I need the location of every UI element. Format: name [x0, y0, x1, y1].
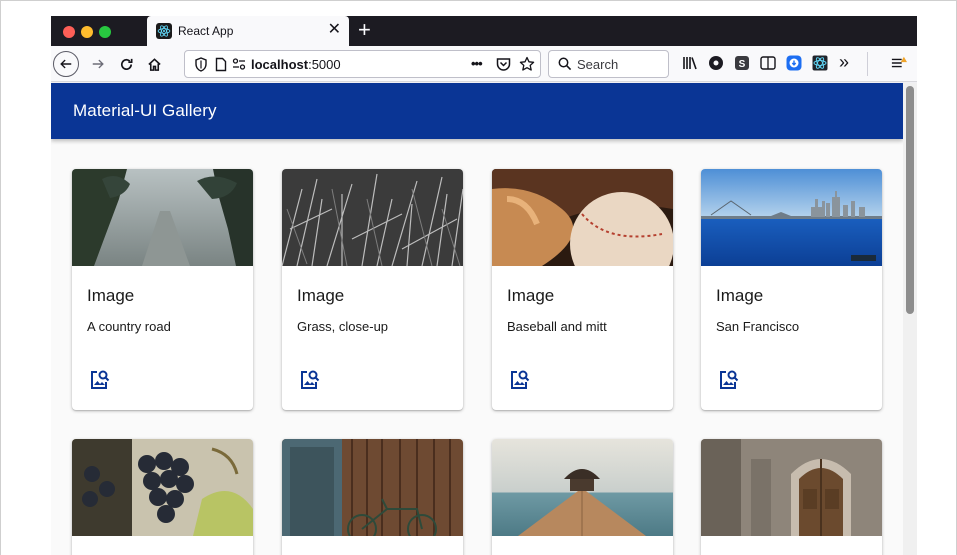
minimize-window-button[interactable]: [81, 26, 93, 38]
url-text[interactable]: localhost:5000: [251, 57, 341, 72]
home-icon: [147, 57, 161, 71]
scrollbar-thumb[interactable]: [906, 86, 914, 314]
card-title: Image: [297, 286, 345, 305]
country-road-image: [72, 169, 253, 266]
home-button[interactable]: [143, 51, 165, 77]
close-window-button[interactable]: [63, 26, 75, 38]
pier-image: [492, 439, 673, 536]
tab-react-app[interactable]: React App ✕: [147, 16, 349, 46]
gallery-card: Image San Francisco: [701, 169, 882, 410]
extension-s-icon[interactable]: S: [734, 55, 750, 71]
grass-image: [282, 169, 463, 266]
shield-icon[interactable]: [193, 56, 209, 72]
card-description: A country road: [87, 319, 171, 334]
toolbar-divider: [867, 52, 868, 76]
react-devtools-icon[interactable]: [812, 55, 828, 71]
card-description: Baseball and mitt: [507, 319, 607, 334]
zoom-window-button[interactable]: [99, 26, 111, 38]
tab-title: React App: [178, 24, 234, 38]
address-bar[interactable]: localhost:5000 •••: [184, 50, 541, 78]
forward-button[interactable]: [87, 51, 109, 77]
tab-close-icon[interactable]: ✕: [328, 21, 341, 39]
pocket-extension-icon[interactable]: [708, 55, 724, 71]
card-description: Grass, close-up: [297, 319, 389, 334]
image-search-icon[interactable]: [718, 369, 740, 391]
reload-icon: [120, 58, 132, 70]
arrow-left-icon: [60, 59, 72, 69]
gallery-card: [492, 439, 673, 555]
gallery-card: [282, 439, 463, 555]
page-icon[interactable]: [213, 56, 229, 72]
card-title: Image: [87, 286, 135, 305]
browser-window: React App ✕ + localhost:5000 ••• Search …: [51, 16, 917, 555]
page-viewport: Material-UI Gallery Image A country road: [51, 83, 917, 555]
back-button[interactable]: [53, 51, 79, 77]
gallery-card: [701, 439, 882, 555]
san-francisco-image: [701, 169, 882, 266]
search-placeholder: Search: [577, 57, 619, 72]
tab-bar: React App ✕ +: [51, 16, 917, 46]
page-title: Material-UI Gallery: [73, 101, 217, 120]
baseball-image: [492, 169, 673, 266]
new-tab-button[interactable]: +: [358, 18, 371, 42]
card-description: San Francisco: [716, 319, 800, 334]
pocket-icon[interactable]: [495, 56, 511, 72]
card-title: Image: [716, 286, 764, 305]
gallery-card: [72, 439, 253, 555]
image-search-icon[interactable]: [89, 369, 111, 391]
permissions-icon[interactable]: [231, 56, 247, 72]
library-icon[interactable]: [682, 55, 698, 71]
arrow-right-icon: [92, 59, 104, 69]
gallery-card: Image Grass, close-up: [282, 169, 463, 410]
page-actions-icon[interactable]: •••: [471, 56, 483, 71]
svg-text:S: S: [739, 59, 746, 70]
frame-top-line: [0, 0, 957, 1]
image-search-icon[interactable]: [509, 369, 531, 391]
search-box[interactable]: Search: [548, 50, 669, 78]
wooden-door-image: [701, 439, 882, 536]
reader-view-icon[interactable]: [760, 55, 776, 71]
navigation-bar: localhost:5000 ••• Search S »: [51, 46, 917, 82]
hamburger-menu-icon[interactable]: [891, 55, 907, 71]
grapes-image: [72, 439, 253, 536]
overflow-menu-button[interactable]: »: [839, 52, 849, 73]
bicycle-door-image: [282, 439, 463, 536]
search-icon: [557, 56, 573, 72]
reload-button[interactable]: [115, 51, 137, 77]
vertical-scrollbar[interactable]: [903, 83, 917, 555]
star-bookmark-icon[interactable]: [519, 56, 535, 72]
frame-left-line: [0, 0, 1, 555]
image-search-icon[interactable]: [299, 369, 321, 391]
app-bar: Material-UI Gallery: [51, 83, 903, 139]
react-logo-icon: [156, 23, 172, 39]
gallery-card: Image A country road: [72, 169, 253, 410]
card-title: Image: [507, 286, 555, 305]
download-extension-icon[interactable]: [786, 55, 802, 71]
gallery-card: Image Baseball and mitt: [492, 169, 673, 410]
